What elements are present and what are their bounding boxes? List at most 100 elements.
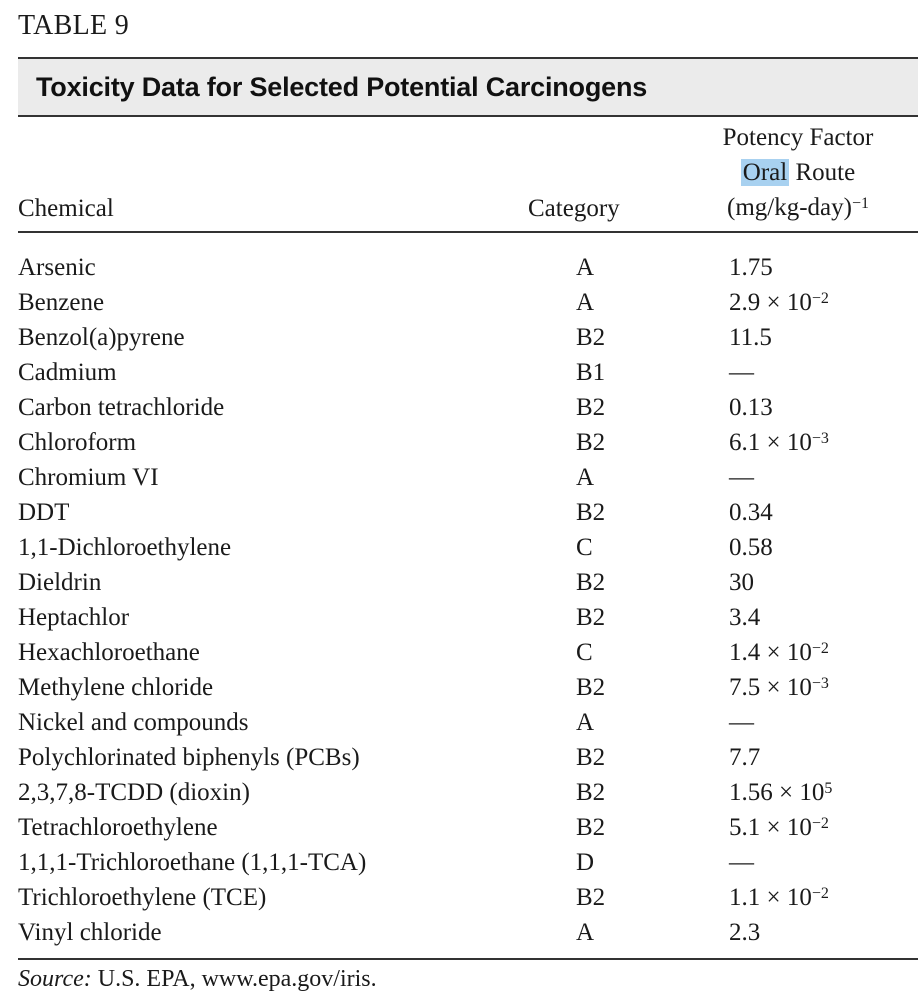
cell-potency: — (729, 705, 754, 740)
cell-chemical: Polychlorinated biphenyls (PCBs) (18, 744, 360, 771)
table-row: Nickel and compounds A — (18, 705, 918, 740)
potency-value: 5.1 × 10 (729, 814, 812, 841)
cell-potency: 1.75 (729, 250, 773, 285)
table-row: Carbon tetrachloride B2 0.13 (18, 390, 918, 425)
table-number: TABLE 9 (18, 10, 130, 41)
potency-value: 1.4 × 10 (729, 639, 812, 666)
potency-exponent: 5 (824, 780, 833, 797)
cell-chemical: Vinyl chloride (18, 919, 162, 946)
cell-chemical: Benzol(a)pyrene (18, 324, 185, 351)
table-row: 1,1-Dichloroethylene C 0.58 (18, 530, 918, 565)
potency-header-line1: Potency Factor (722, 124, 874, 151)
table-row: Methylene chloride B2 7.5 × 10−3 (18, 670, 918, 705)
cell-potency: 3.4 (729, 600, 760, 635)
cell-potency: 7.7 (729, 740, 760, 775)
cell-chemical: DDT (18, 499, 70, 526)
cell-potency: 2.9 × 10−2 (729, 285, 829, 320)
cell-category: B2 (576, 604, 606, 631)
cell-chemical: Hexachloroethane (18, 639, 200, 666)
cell-potency: 0.13 (729, 390, 773, 425)
potency-value: 30 (729, 569, 754, 596)
potency-header-route: Route (795, 159, 856, 186)
potency-units-exponent: −1 (851, 195, 869, 212)
highlighted-text-oral[interactable]: Oral (740, 159, 790, 186)
source-text: U.S. EPA, www.epa.gov/iris. (91, 966, 377, 992)
cell-chemical: Heptachlor (18, 604, 130, 631)
cell-category: B2 (576, 499, 606, 526)
cell-category: A (576, 289, 595, 316)
cell-potency: — (729, 355, 754, 390)
cell-category: B2 (576, 674, 606, 701)
cell-category: B2 (576, 394, 606, 421)
cell-potency: 6.1 × 10−3 (729, 425, 829, 460)
cell-chemical: 1,1,1-Trichloroethane (1,1,1-TCA) (18, 849, 367, 876)
table-body: Arsenic A 1.75 Benzene A 2.9 × 10−2 Benzol(a)p… (18, 250, 918, 950)
potency-value: 7.7 (729, 744, 761, 771)
potency-header-line3: (mg/kg-day)−1 (698, 190, 898, 225)
potency-exponent: −3 (811, 675, 829, 692)
cell-potency: 5.1 × 10−2 (729, 810, 829, 845)
cell-chemical: Chromium VI (18, 464, 159, 491)
cell-category: A (576, 919, 595, 946)
table-header: Chemical Category Potency Factor Oral Ro… (18, 117, 918, 233)
potency-value: 1.56 × 10 (729, 779, 825, 806)
cell-potency: 2.3 (729, 915, 760, 950)
cell-potency: 1.56 × 105 (729, 775, 832, 810)
table-row: Arsenic A 1.75 (18, 250, 918, 285)
potency-value: 3.4 (729, 604, 761, 631)
table-row: Trichloroethylene (TCE) B2 1.1 × 10−2 (18, 880, 918, 915)
table-row: 1,1,1-Trichloroethane (1,1,1-TCA) D — (18, 845, 918, 880)
table-row: Hexachloroethane C 1.4 × 10−2 (18, 635, 918, 670)
potency-value: 2.3 (729, 919, 761, 946)
potency-exponent: −2 (811, 815, 829, 832)
cell-chemical: Carbon tetrachloride (18, 394, 225, 421)
potency-value: — (729, 464, 754, 491)
potency-value: 1.75 (729, 254, 773, 281)
table-row: Cadmium B1 — (18, 355, 918, 390)
potency-units: (mg/kg-day) (727, 194, 852, 221)
cell-chemical: Tetrachloroethylene (18, 814, 218, 841)
cell-potency: 30 (729, 565, 754, 600)
cell-category: B2 (576, 324, 606, 351)
cell-category: B2 (576, 429, 606, 456)
potency-value: 6.1 × 10 (729, 429, 812, 456)
cell-chemical: Nickel and compounds (18, 709, 249, 736)
cell-potency: 1.1 × 10−2 (729, 880, 829, 915)
potency-exponent: −2 (811, 885, 829, 902)
cell-category: B2 (576, 814, 606, 841)
potency-value: 0.58 (729, 534, 773, 561)
table-row: Dieldrin B2 30 (18, 565, 918, 600)
cell-potency: 1.4 × 10−2 (729, 635, 829, 670)
potency-value: — (729, 359, 754, 386)
potency-exponent: −3 (811, 430, 829, 447)
cell-category: B2 (576, 744, 606, 771)
table-row: Polychlorinated biphenyls (PCBs) B2 7.7 (18, 740, 918, 775)
potency-value: 0.13 (729, 394, 773, 421)
table-row: Benzene A 2.9 × 10−2 (18, 285, 918, 320)
cell-potency: 11.5 (729, 320, 772, 355)
cell-potency: 0.58 (729, 530, 773, 565)
column-header-chemical: Chemical (18, 195, 114, 222)
potency-value: 11.5 (729, 324, 772, 351)
cell-category: A (576, 709, 595, 736)
cell-category: C (576, 639, 593, 666)
cell-category: A (576, 464, 595, 491)
table-row: Heptachlor B2 3.4 (18, 600, 918, 635)
potency-header-line2: Oral Route (698, 155, 898, 190)
cell-potency: — (729, 460, 754, 495)
table-title-bar: Toxicity Data for Selected Potential Car… (18, 57, 918, 117)
cell-chemical: Arsenic (18, 254, 96, 281)
cell-chemical: Chloroform (18, 429, 137, 456)
potency-value: — (729, 849, 754, 876)
cell-chemical: Methylene chloride (18, 674, 214, 701)
potency-value: 1.1 × 10 (729, 884, 812, 911)
potency-value: 0.34 (729, 499, 773, 526)
cell-category: A (576, 254, 595, 281)
cell-category: B2 (576, 884, 606, 911)
cell-category: B2 (576, 779, 606, 806)
table-row: Benzol(a)pyrene B2 11.5 (18, 320, 918, 355)
potency-value: — (729, 709, 754, 736)
cell-potency: 0.34 (729, 495, 773, 530)
cell-chemical: Cadmium (18, 359, 117, 386)
cell-potency: — (729, 845, 754, 880)
